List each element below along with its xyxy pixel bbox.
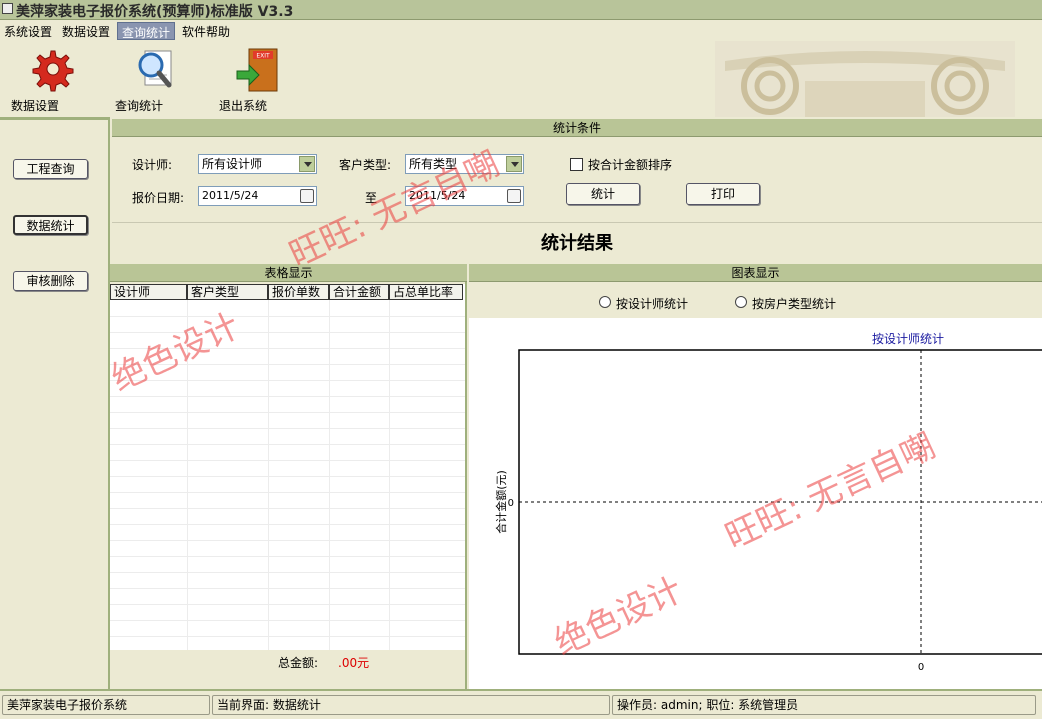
data-settings-label: 数据设置	[11, 99, 60, 113]
chevron-down-icon[interactable]	[299, 156, 315, 172]
customer-type-select-value: 所有类型	[409, 157, 458, 171]
menu-data-settings[interactable]: 数据设置	[58, 22, 114, 40]
exit-button[interactable]: EXIT 退出系统	[219, 45, 299, 115]
grid-row-line	[110, 444, 465, 445]
conditions-panel: 设计师: 所有设计师 客户类型: 所有类型 按合计金额排序 报价日期: 2011…	[112, 137, 1042, 221]
status-current-view: 当前界面: 数据统计	[212, 695, 610, 715]
grid-row-line	[110, 428, 465, 429]
grid-row-line	[110, 316, 465, 317]
result-title: 统计结果	[112, 222, 1042, 264]
date-to-checkbox[interactable]	[507, 189, 521, 203]
column-header-ratio[interactable]: 占总单比率	[389, 284, 463, 300]
chevron-down-icon[interactable]	[506, 156, 522, 172]
print-button[interactable]: 打印	[686, 183, 760, 205]
radio-by-house-type[interactable]	[735, 296, 747, 308]
magnifier-document-icon	[138, 50, 172, 88]
total-amount-value: .00元	[338, 656, 370, 670]
column-header-total-amount[interactable]: 合计金额	[329, 284, 389, 300]
window-title: 美萍家装电子报价系统(预算师)标准版 V3.3	[16, 4, 294, 20]
grid-column-line	[268, 300, 269, 650]
exit-label: 退出系统	[219, 99, 268, 113]
to-label: 至	[365, 191, 378, 205]
menu-bar: 系统设置 数据设置 查询统计 软件帮助	[0, 20, 1042, 41]
sort-by-total-label: 按合计金额排序	[588, 158, 673, 172]
date-from-field[interactable]: 2011/5/24	[198, 186, 317, 206]
quote-date-label: 报价日期:	[132, 191, 185, 205]
grid-row-line	[110, 604, 465, 605]
toolbar: 数据设置 查询统计 EXIT 退出系统	[0, 41, 1042, 117]
grid-row-line	[110, 476, 465, 477]
grid-row-line	[110, 588, 465, 589]
conditions-header: 统计条件	[112, 119, 1042, 137]
radio-by-designer-label: 按设计师统计	[616, 297, 689, 311]
stat-button[interactable]: 统计	[566, 183, 640, 205]
grid-row-line	[110, 348, 465, 349]
title-bar: 美萍家装电子报价系统(预算师)标准版 V3.3	[0, 0, 1042, 20]
grid-row-line	[110, 540, 465, 541]
designer-label: 设计师:	[132, 158, 173, 172]
status-bar: 美萍家装电子报价系统 当前界面: 数据统计 操作员: admin; 职位: 系统…	[0, 689, 1042, 719]
grid-row-line	[110, 492, 465, 493]
chart-area: 按设计师统计 0 0 合计金额(元)	[469, 318, 1042, 689]
data-stats-button[interactable]: 数据统计	[13, 215, 88, 235]
query-stats-label: 查询统计	[115, 99, 164, 113]
x-tick-label: 0	[918, 662, 924, 673]
grid-row-line	[110, 412, 465, 413]
exit-sign-text: EXIT	[256, 53, 270, 60]
gear-icon	[32, 50, 74, 92]
column-capital-decoration	[715, 41, 1015, 117]
column-header-customer-type[interactable]: 客户类型	[187, 284, 268, 300]
grid-row-line	[110, 636, 465, 637]
chart-options: 按设计师统计 按房户类型统计	[469, 282, 1042, 318]
grid-row-line	[110, 460, 465, 461]
column-header-designer[interactable]: 设计师	[110, 284, 187, 300]
grid-column-line	[329, 300, 330, 650]
customer-type-select[interactable]: 所有类型	[405, 154, 524, 174]
y-tick-label: 0	[508, 498, 514, 509]
date-from-checkbox[interactable]	[300, 189, 314, 203]
grid-row-line	[110, 364, 465, 365]
total-amount-label: 总金额:	[278, 656, 319, 670]
y-axis-label: 合计金额(元)	[494, 470, 508, 534]
customer-type-label: 客户类型:	[339, 158, 392, 172]
sort-by-total-checkbox[interactable]	[570, 158, 583, 171]
stats-chart: 按设计师统计 0 0 合计金额(元)	[494, 332, 1042, 673]
project-query-button[interactable]: 工程查询	[13, 159, 88, 179]
grid-row-line	[110, 508, 465, 509]
designer-select[interactable]: 所有设计师	[198, 154, 317, 174]
table-section-header: 表格显示	[110, 264, 467, 282]
date-to-value: 2011/5/24	[409, 189, 466, 202]
grid-row-line	[110, 620, 465, 621]
date-to-field[interactable]: 2011/5/24	[405, 186, 524, 206]
left-nav-panel: 工程查询 数据统计 审核删除	[0, 117, 110, 689]
system-menu-icon[interactable]	[2, 3, 13, 14]
data-settings-button[interactable]: 数据设置	[11, 45, 91, 115]
column-header-quote-count[interactable]: 报价单数	[268, 284, 329, 300]
grid-row-line	[110, 556, 465, 557]
menu-system-settings[interactable]: 系统设置	[0, 22, 56, 40]
table-section: 设计师 客户类型 报价单数 合计金额 占总单比率 总金额: .00元	[110, 282, 467, 689]
chart-title: 按设计师统计	[872, 332, 944, 346]
radio-by-designer[interactable]	[599, 296, 611, 308]
audit-delete-button[interactable]: 审核删除	[13, 271, 88, 291]
grid-row-line	[110, 380, 465, 381]
date-from-value: 2011/5/24	[202, 189, 259, 202]
grid-row-line	[110, 524, 465, 525]
grid-row-line	[110, 396, 465, 397]
grid-row-line	[110, 572, 465, 573]
grid-column-line	[187, 300, 188, 650]
status-operator: 操作员: admin; 职位: 系统管理员	[612, 695, 1036, 715]
grid-column-line	[389, 300, 390, 650]
exit-door-icon: EXIT	[236, 48, 278, 92]
status-app-name: 美萍家装电子报价系统	[2, 695, 210, 715]
stats-grid[interactable]: 设计师 客户类型 报价单数 合计金额 占总单比率	[110, 284, 465, 650]
grid-row-line	[110, 332, 465, 333]
radio-by-house-type-label: 按房户类型统计	[752, 297, 837, 311]
chart-section-header: 图表显示	[469, 264, 1042, 282]
menu-query-stats[interactable]: 查询统计	[117, 22, 176, 40]
designer-select-value: 所有设计师	[202, 157, 263, 171]
query-stats-button[interactable]: 查询统计	[115, 45, 195, 115]
menu-help[interactable]: 软件帮助	[178, 22, 234, 40]
